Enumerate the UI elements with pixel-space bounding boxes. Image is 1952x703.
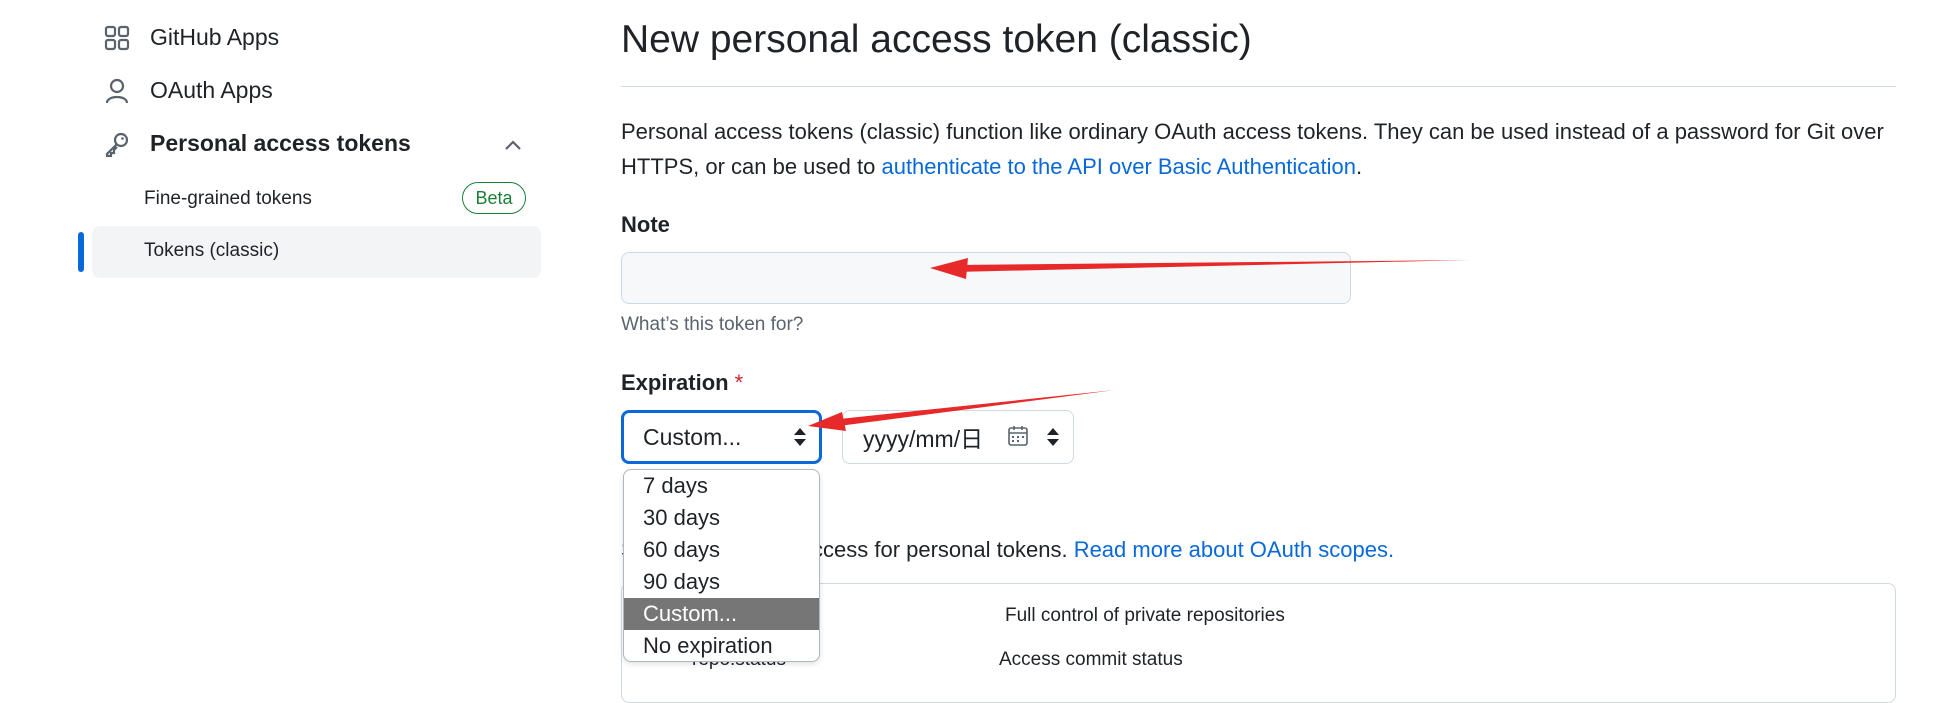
option-60-days[interactable]: 60 days <box>624 534 819 566</box>
sidebar-item-label: GitHub Apps <box>150 24 280 50</box>
option-no-expiration[interactable]: No expiration <box>624 630 819 661</box>
sidebar-item-label: Tokens (classic) <box>144 240 280 261</box>
scopes-text: ccess for personal tokens. <box>812 537 1074 562</box>
option-30-days[interactable]: 30 days <box>624 502 819 534</box>
select-arrows-icon <box>793 425 807 449</box>
sidebar-item-fine-grained-tokens[interactable]: Fine-grained tokens <box>144 188 312 210</box>
note-input[interactable] <box>621 252 1351 304</box>
scope-repo-description: Full control of private repositories <box>1005 605 1285 626</box>
scope-repo-status-description: Access commit status <box>999 649 1183 670</box>
description-end: . <box>1356 154 1363 179</box>
basic-auth-link[interactable]: authenticate to the API over Basic Authe… <box>881 154 1356 179</box>
date-placeholder: yyyy/mm/日 <box>863 426 984 452</box>
chevron-up-icon[interactable] <box>504 138 522 156</box>
expiration-label-text: Expiration <box>621 370 729 395</box>
title-divider <box>621 86 1896 87</box>
key-icon <box>104 131 130 157</box>
sidebar-item-label: OAuth Apps <box>150 77 273 103</box>
required-mark: * <box>734 370 744 395</box>
beta-badge: Beta <box>462 182 526 214</box>
sidebar-item-oauth-apps[interactable]: OAuth Apps <box>104 77 273 104</box>
annotation-arrows <box>808 258 1470 431</box>
expiration-dropdown-menu[interactable]: 7 days 30 days 60 days 90 days Custom...… <box>623 469 820 662</box>
expiration-selected-value: Custom... <box>643 423 742 450</box>
apps-grid-icon <box>104 25 130 51</box>
page-description: Personal access tokens (classic) functio… <box>621 114 1901 184</box>
sidebar-item-github-apps[interactable]: GitHub Apps <box>104 24 279 51</box>
spinner-arrows-icon[interactable] <box>1046 426 1060 454</box>
note-hint: What’s this token for? <box>621 314 804 335</box>
active-indicator <box>78 232 84 272</box>
option-7-days[interactable]: 7 days <box>624 470 819 502</box>
expiration-date-input[interactable]: yyyy/mm/日 <box>842 410 1074 464</box>
scopes-description: ccess for personal tokens. Read more abo… <box>812 537 1394 563</box>
page-title: New personal access token (classic) <box>621 18 1252 61</box>
calendar-icon[interactable] <box>1007 425 1029 453</box>
note-label: Note <box>621 212 670 237</box>
oauth-scopes-link[interactable]: Read more about OAuth scopes. <box>1074 537 1394 562</box>
option-90-days[interactable]: 90 days <box>624 566 819 598</box>
person-icon <box>104 78 130 104</box>
sidebar-item-label: Personal access tokens <box>150 130 411 156</box>
expiration-label: Expiration * <box>621 370 743 396</box>
option-custom[interactable]: Custom... <box>624 598 819 630</box>
expiration-select[interactable]: Custom... <box>621 410 822 464</box>
sidebar-item-personal-access-tokens[interactable]: Personal access tokens <box>104 130 411 157</box>
